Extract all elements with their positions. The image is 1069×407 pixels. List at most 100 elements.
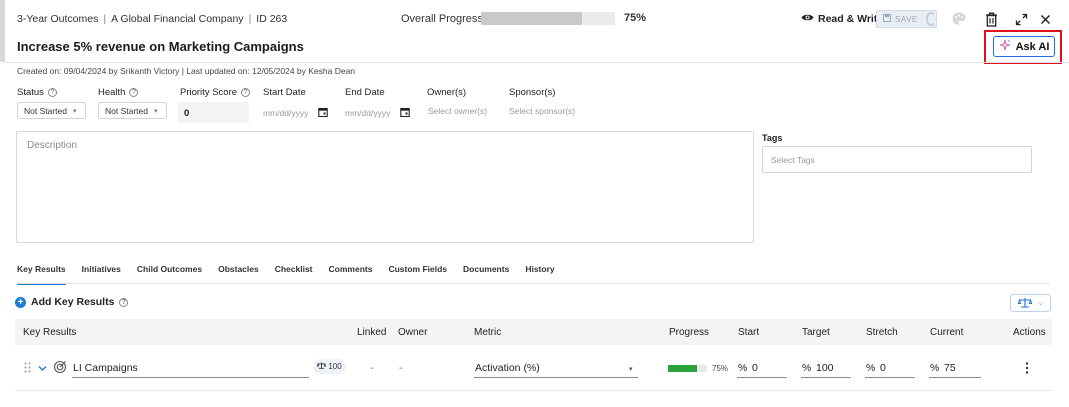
tab-initiatives[interactable]: Initiatives: [82, 264, 121, 285]
start-date-input[interactable]: mm/dd/yyyy: [263, 107, 329, 119]
tab-history[interactable]: History: [525, 264, 554, 285]
chevron-down-icon[interactable]: ▾: [629, 365, 633, 373]
stretch-unit: %: [866, 362, 876, 374]
current-unit: %: [930, 362, 940, 374]
status-label-text: Status: [17, 87, 44, 98]
end-date-input[interactable]: mm/dd/yyyy: [345, 107, 411, 119]
target-underline: [801, 377, 851, 378]
tags-select[interactable]: Select Tags: [762, 146, 1032, 173]
column-header: Owner: [398, 327, 428, 338]
tab-documents[interactable]: Documents: [463, 264, 509, 285]
tags-label: Tags: [762, 133, 783, 143]
help-icon[interactable]: ?: [129, 88, 139, 97]
weight-value: 100: [328, 362, 342, 371]
stretch-underline: [865, 377, 915, 378]
column-header: Linked: [357, 327, 387, 338]
breadcrumb-separator: |: [248, 13, 252, 25]
tab-key-results[interactable]: Key Results: [17, 264, 66, 285]
access-mode-label: Read & Write: [818, 13, 884, 25]
more-actions-icon[interactable]: [1025, 362, 1029, 377]
chevron-down-icon[interactable]: [38, 363, 47, 375]
status-label: Status?: [17, 87, 57, 98]
overall-progress-label: Overall Progress: [401, 13, 483, 25]
target-unit: %: [802, 362, 812, 374]
help-icon[interactable]: ?: [241, 88, 251, 97]
breadcrumb-item[interactable]: A Global Financial Company: [111, 13, 244, 25]
breadcrumb: 3-Year Outcomes | A Global Financial Compa…: [17, 13, 287, 25]
help-icon[interactable]: ?: [119, 297, 129, 307]
ask-ai-label: Ask AI: [1015, 40, 1050, 53]
column-header: Key Results: [23, 327, 77, 338]
owner-value[interactable]: -: [399, 362, 403, 374]
calendar-icon[interactable]: [318, 107, 329, 119]
help-icon[interactable]: ?: [47, 88, 57, 97]
tab-custom-fields[interactable]: Custom Fields: [388, 264, 447, 285]
key-result-name[interactable]: LI Campaigns: [73, 362, 138, 374]
health-label-text: Health: [98, 87, 126, 98]
tab-checklist[interactable]: Checklist: [275, 264, 313, 285]
close-icon[interactable]: [1037, 11, 1053, 27]
health-label: Health?: [98, 87, 139, 98]
description-input[interactable]: Description: [16, 131, 754, 243]
chevron-down-icon: ▾: [154, 107, 158, 115]
current-underline: [929, 377, 981, 378]
chevron-down-icon: ▾: [73, 107, 77, 115]
priority-label: Priority Score?: [180, 87, 251, 98]
row-progress-bar: [668, 365, 707, 372]
eye-icon: [801, 13, 814, 25]
tabs-divider: [17, 283, 1050, 284]
health-select[interactable]: Not Started ▾: [98, 102, 167, 119]
scale-icon: [1017, 297, 1032, 310]
metric-select[interactable]: Activation (%): [475, 362, 540, 374]
add-key-results-button[interactable]: + Add Key Results ?: [15, 296, 129, 308]
start-date-label: Start Date: [263, 87, 306, 98]
health-select-value: Not Started: [105, 105, 148, 116]
save-button[interactable]: SAVE: [876, 10, 937, 28]
drag-handle-icon[interactable]: [24, 362, 31, 376]
save-label: SAVE: [895, 14, 918, 24]
save-disk-icon: [883, 14, 891, 24]
status-select-value: Not Started: [24, 105, 67, 116]
stretch-value-input[interactable]: 0: [880, 362, 886, 374]
add-key-results-label: Add Key Results: [31, 296, 115, 308]
weighting-button[interactable]: ⌄: [1010, 294, 1051, 312]
overall-progress-value: 75%: [624, 12, 647, 24]
owner-label: Owner(s): [427, 87, 467, 98]
sponsor-label: Sponsor(s): [509, 87, 556, 98]
tab-child-outcomes[interactable]: Child Outcomes: [137, 264, 202, 285]
palette-icon[interactable]: [950, 10, 968, 28]
trash-icon[interactable]: [983, 10, 999, 28]
row-progress-value: 75%: [712, 364, 729, 373]
tab-comments[interactable]: Comments: [329, 264, 373, 285]
created-updated-meta: Created on: 09/04/2024 by Srikanth Victo…: [17, 66, 356, 76]
scale-icon: [317, 362, 327, 371]
row-divider: [15, 390, 1052, 391]
breadcrumb-item[interactable]: 3-Year Outcomes: [17, 13, 98, 25]
start-value-input[interactable]: 0: [752, 362, 758, 374]
breadcrumb-item: ID 263: [256, 13, 288, 25]
target-icon: [53, 360, 67, 377]
page-title: Increase 5% revenue on Marketing Campaig…: [17, 39, 304, 54]
column-header: Current: [930, 327, 964, 338]
weight-badge[interactable]: 100: [313, 359, 346, 374]
overall-progress-fill: [481, 12, 582, 25]
plus-circle-icon: +: [15, 296, 26, 308]
priority-score-input[interactable]: 0: [178, 102, 249, 123]
tab-obstacles[interactable]: Obstacles: [218, 264, 259, 285]
calendar-icon[interactable]: [400, 107, 411, 119]
sparkle-icon: [999, 39, 1011, 54]
expand-icon[interactable]: [1013, 11, 1029, 27]
target-value-input[interactable]: 100: [816, 362, 834, 374]
column-header: Progress: [669, 327, 710, 338]
access-mode-toggle[interactable]: Read & Write: [801, 13, 883, 25]
ask-ai-button[interactable]: Ask AI: [993, 36, 1055, 57]
overall-progress-bar: [481, 12, 615, 25]
owner-select[interactable]: Select owner(s): [428, 106, 487, 116]
row-progress-fill: [668, 365, 698, 372]
column-header: Target: [802, 327, 830, 338]
priority-label-text: Priority Score: [180, 87, 238, 98]
status-select[interactable]: Not Started ▾: [17, 102, 86, 119]
current-value-input[interactable]: 75: [944, 362, 956, 374]
chevron-down-icon: ⌄: [1037, 300, 1044, 307]
sponsor-select[interactable]: Select sponsor(s): [509, 106, 575, 116]
